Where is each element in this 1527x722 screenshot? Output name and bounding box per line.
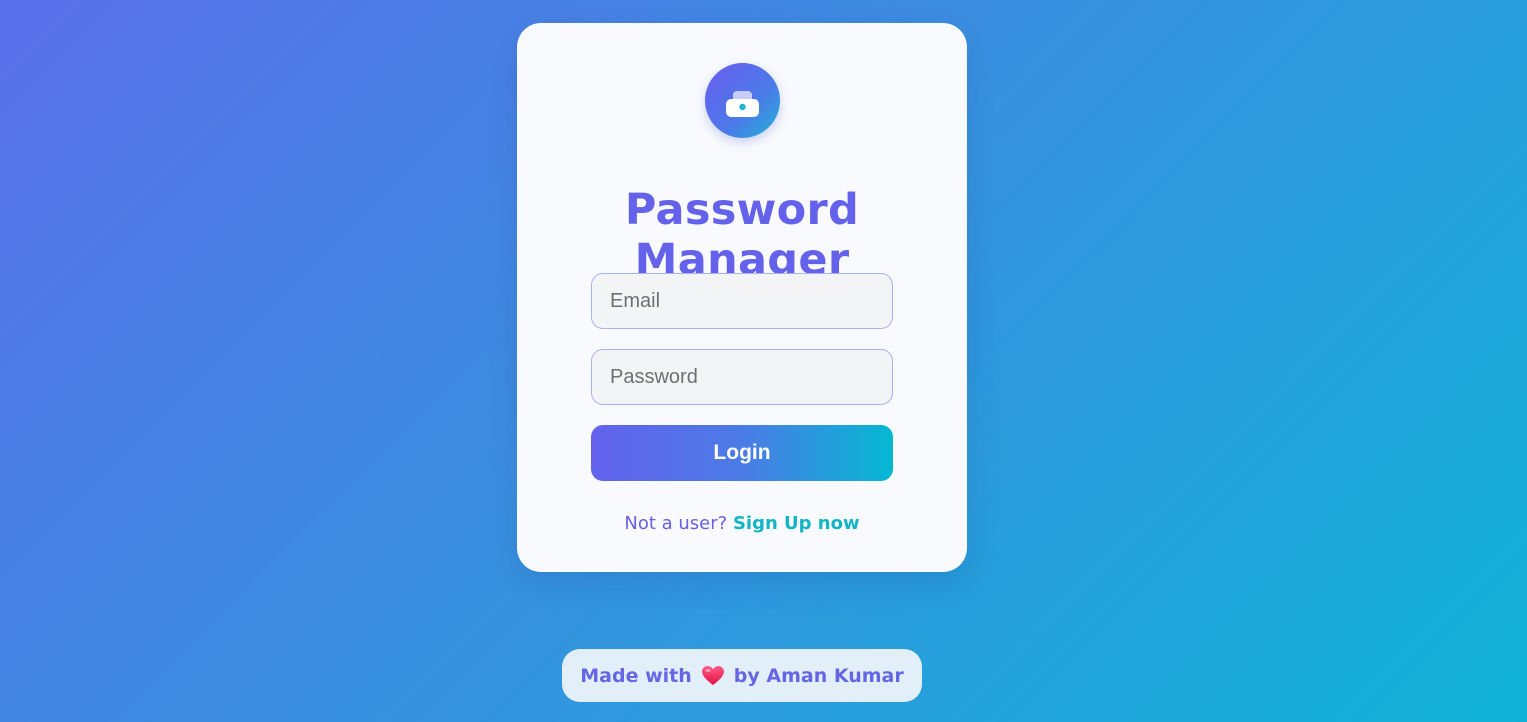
login-button[interactable]: Login: [591, 425, 893, 481]
footer-author: by Aman Kumar: [733, 664, 904, 687]
footer-made-with: Made with: [580, 664, 692, 687]
login-card: Password Manager Login Not a user? Sign …: [517, 23, 967, 572]
heart-icon: [701, 665, 725, 687]
toolbox-icon: [705, 63, 780, 138]
signup-prefix-text: Not a user?: [624, 513, 728, 534]
signup-prompt: Not a user? Sign Up now: [517, 513, 967, 534]
signup-link[interactable]: Sign Up now: [733, 513, 860, 534]
footer-credit: Made with by Aman Kumar: [562, 649, 922, 702]
password-field[interactable]: [591, 349, 893, 405]
page-title: Password Manager: [624, 185, 860, 285]
email-field[interactable]: [591, 273, 893, 329]
